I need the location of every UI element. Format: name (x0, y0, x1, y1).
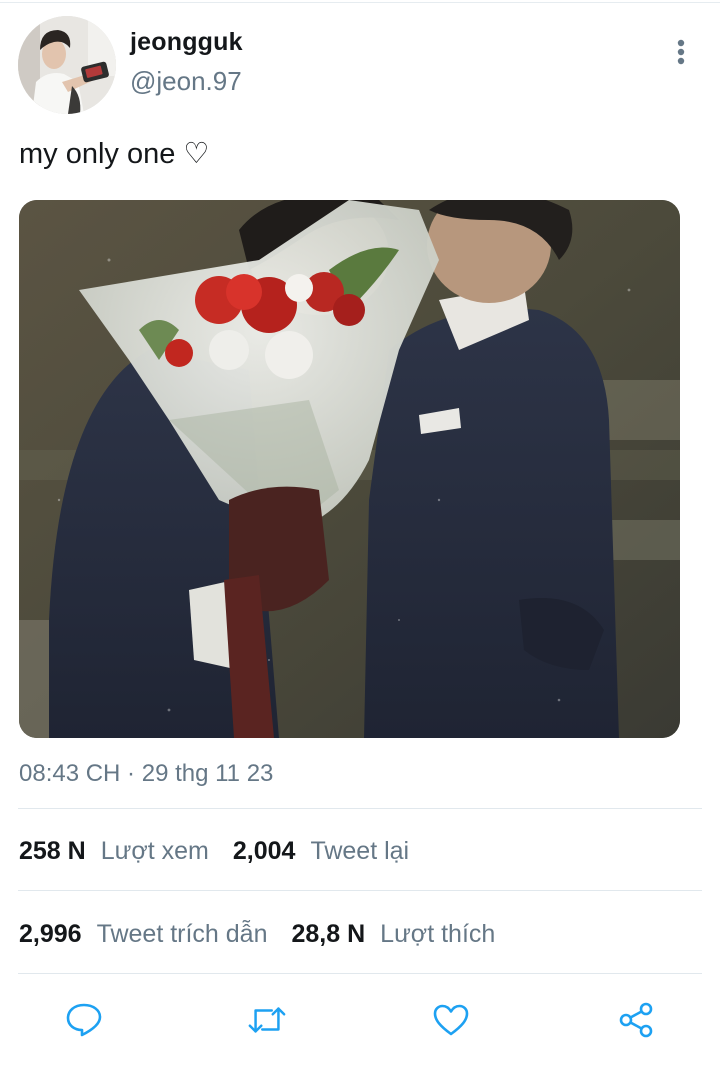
tweet-timestamp[interactable]: 08:43 CH · 29 thg 11 23 (19, 760, 273, 788)
heart-icon (433, 1004, 469, 1036)
quotes-label: Tweet trích dẫn (96, 919, 268, 948)
tweet-media-image[interactable] (19, 200, 680, 738)
reply-icon (66, 1003, 102, 1037)
display-name[interactable]: jeongguk (130, 28, 243, 57)
stats-row-2: 2,996 Tweet trích dẫn 28,8 N Lượt thích (19, 916, 519, 952)
tweet-actions-bar (0, 992, 720, 1048)
more-options-button[interactable] (666, 34, 696, 70)
like-button[interactable] (431, 1000, 471, 1040)
views-count: 258 N (19, 836, 86, 865)
quotes-stat[interactable]: 2,996 Tweet trích dẫn (19, 920, 268, 949)
tweet-text: my only one ♡ (19, 138, 210, 170)
divider (18, 808, 702, 809)
share-button[interactable] (616, 1000, 656, 1040)
more-vertical-icon (677, 39, 685, 65)
avatar-photo (18, 16, 116, 114)
retweets-stat[interactable]: 2,004 Tweet lại (233, 837, 409, 866)
tweet-header: jeongguk @jeon.97 (18, 16, 702, 116)
reply-button[interactable] (64, 1000, 104, 1040)
retweets-count: 2,004 (232, 836, 296, 865)
divider (18, 890, 702, 891)
photo-couple-with-bouquet (19, 200, 680, 738)
avatar[interactable] (18, 16, 116, 114)
views-stat[interactable]: 258 N Lượt xem (19, 837, 209, 866)
quotes-count: 2,996 (19, 919, 82, 948)
views-label: Lượt xem (100, 836, 209, 865)
share-icon (619, 1002, 653, 1038)
retweet-icon (248, 1007, 286, 1033)
likes-count: 28,8 N (291, 919, 366, 948)
retweet-button[interactable] (247, 1000, 287, 1040)
user-handle[interactable]: @jeon.97 (130, 66, 242, 97)
stats-row-1: 258 N Lượt xem 2,004 Tweet lại (19, 833, 433, 869)
top-divider (0, 2, 720, 3)
likes-label: Lượt thích (380, 919, 496, 948)
retweets-label: Tweet lại (310, 836, 410, 865)
likes-stat[interactable]: 28,8 N Lượt thích (292, 920, 496, 949)
divider (18, 973, 702, 974)
